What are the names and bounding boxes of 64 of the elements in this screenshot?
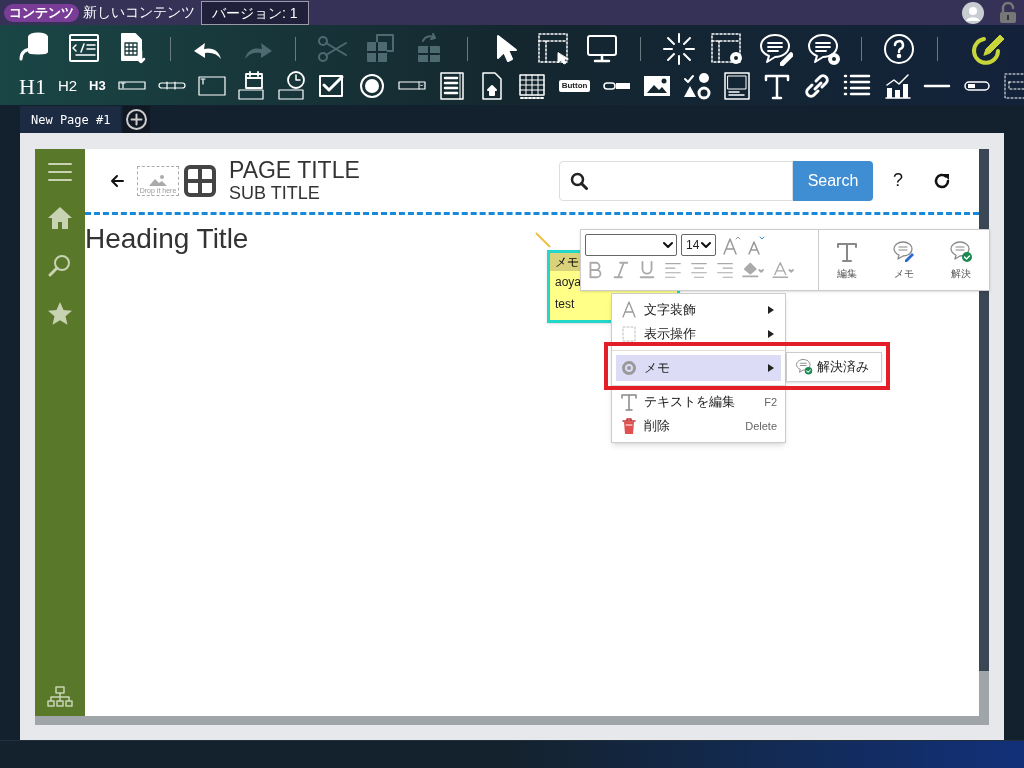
submenu-arrow-icon [767, 305, 775, 315]
font-shrink-icon[interactable] [746, 235, 767, 255]
heading-title: Heading Title [85, 222, 249, 256]
page-subtitle: SUB TITLE [229, 184, 321, 202]
text-tool-icon [620, 392, 638, 412]
font-select[interactable] [585, 234, 677, 256]
comment-edit-icon [892, 239, 916, 264]
date-input-icon[interactable] [236, 70, 267, 102]
search-icon [570, 171, 588, 190]
area-gear-icon[interactable] [708, 31, 745, 67]
back-arrow-icon[interactable] [109, 172, 125, 189]
chevron-icon [663, 241, 673, 249]
letter-icon [620, 300, 638, 320]
font-color-icon[interactable] [771, 260, 795, 280]
lock-icon[interactable] [998, 1, 1018, 24]
image-icon [148, 172, 168, 187]
dashed-box-icon [620, 324, 638, 344]
panel-icon[interactable] [722, 70, 753, 102]
menu-icon[interactable] [47, 161, 73, 183]
chevron-icon [701, 241, 712, 249]
heading-tool[interactable]: H1 [18, 69, 47, 103]
font-size-select[interactable]: 14 [681, 234, 717, 256]
page-title: PAGE TITLE [229, 159, 360, 182]
star-icon[interactable] [47, 301, 73, 327]
fill-color-icon[interactable] [741, 260, 765, 280]
memo-text: test [554, 296, 576, 313]
help-button[interactable]: ? [891, 167, 905, 194]
submenu-arrow-icon [767, 363, 775, 373]
menu-item[interactable]: 表示操作 [616, 322, 781, 346]
home-icon[interactable] [47, 205, 73, 231]
scrollbar-thumb[interactable] [979, 671, 989, 725]
font-grow-icon[interactable] [722, 235, 743, 255]
comment-check-icon [948, 239, 973, 264]
trash-icon [620, 416, 638, 436]
menu-item[interactable]: 文字装飾 [616, 298, 781, 322]
search-field[interactable] [559, 160, 793, 201]
time-input-icon[interactable] [276, 70, 307, 102]
content-title: 新しいコンテンツ [83, 3, 195, 22]
version-label: バージョン: 1 [201, 0, 309, 25]
memo-text: aoya [554, 274, 583, 291]
page-tab[interactable]: New Page #1 [20, 106, 122, 133]
heading-tool[interactable]: H3 [88, 76, 107, 96]
gear-icon [620, 358, 638, 378]
format-action-button[interactable]: 編集 [835, 239, 860, 281]
validation-icon[interactable] [682, 70, 713, 102]
add-page-icon[interactable] [123, 106, 151, 133]
heading-tool[interactable]: H2 [56, 74, 79, 98]
comment-check-icon [795, 358, 813, 376]
format-action-button[interactable]: メモ [892, 239, 916, 281]
search-button[interactable]: Search [793, 160, 873, 201]
menu-item[interactable]: メモ [616, 355, 781, 381]
avatar-icon[interactable] [962, 1, 984, 24]
submenu-item[interactable]: 解決済み [786, 352, 882, 382]
menu-item[interactable]: テキストを編集 F2 [616, 390, 781, 414]
search-icon[interactable] [47, 253, 73, 279]
grid-icon [183, 163, 217, 198]
format-action-button[interactable]: 解決 [948, 239, 973, 281]
content-badge: コンテンツ [4, 3, 79, 22]
menu-item[interactable]: 削除 Delete [616, 414, 781, 438]
submenu-arrow-icon [767, 329, 775, 339]
sparkle-icon[interactable] [660, 31, 697, 67]
dashed-frame-icon[interactable] [1002, 70, 1024, 102]
button-tool[interactable]: Button [558, 80, 591, 92]
refresh-icon[interactable] [933, 171, 951, 190]
